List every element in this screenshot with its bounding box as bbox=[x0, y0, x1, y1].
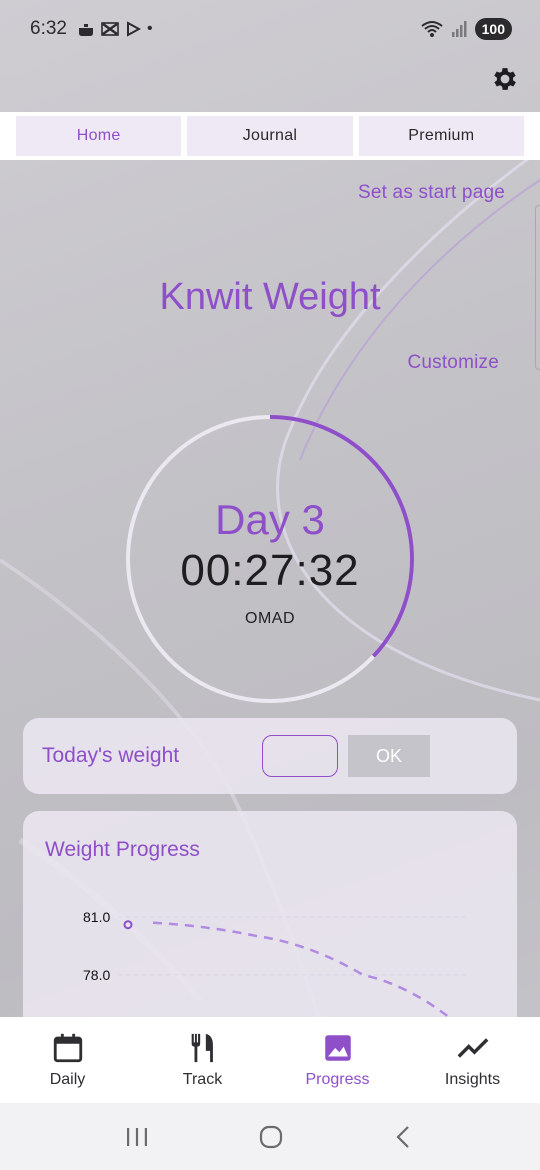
system-navigation-bar bbox=[0, 1103, 540, 1170]
set-start-page-link[interactable]: Set as start page bbox=[358, 182, 505, 204]
status-time: 6:32 bbox=[30, 18, 67, 39]
system-icons: 100 bbox=[421, 18, 512, 40]
fast-timer: 00:27:32 bbox=[180, 546, 360, 595]
customize-link[interactable]: Customize bbox=[407, 352, 499, 374]
bottom-navigation: Daily Track Progress Insights bbox=[0, 1017, 540, 1103]
nav-insights-label: Insights bbox=[444, 1071, 501, 1088]
weight-progress-card: Weight Progress 81.0 78.0 bbox=[23, 811, 517, 1051]
nav-daily[interactable]: Daily bbox=[0, 1017, 135, 1103]
nav-progress-label: Progress bbox=[305, 1071, 370, 1088]
tab-journal[interactable]: Journal bbox=[187, 116, 353, 156]
wifi-icon bbox=[421, 21, 443, 37]
fast-plan-label: OMAD bbox=[245, 610, 295, 627]
nav-progress[interactable]: Progress bbox=[270, 1017, 405, 1103]
recent-apps-icon[interactable] bbox=[124, 1125, 150, 1149]
capcut-icon bbox=[101, 22, 119, 36]
battery-indicator: 100 bbox=[474, 18, 512, 40]
back-icon[interactable] bbox=[392, 1124, 416, 1150]
chart-data-point bbox=[123, 920, 133, 930]
nav-track-label: Track bbox=[182, 1071, 223, 1088]
more-notifications-dot: • bbox=[146, 20, 153, 37]
gear-icon bbox=[494, 68, 516, 90]
top-tab-bar: Home Journal Premium bbox=[0, 112, 540, 160]
chart-y-tick-label: 81.0 bbox=[83, 909, 110, 925]
cooking-pot-icon bbox=[78, 24, 93, 36]
signal-icon bbox=[451, 21, 467, 37]
ok-button[interactable]: OK bbox=[348, 735, 430, 777]
chart-y-tick-label: 78.0 bbox=[83, 967, 110, 983]
app-title: Knwit Weight bbox=[159, 276, 381, 318]
nav-daily-label: Daily bbox=[49, 1071, 86, 1088]
tab-home[interactable]: Home bbox=[16, 116, 182, 156]
status-bar: 6:32 • 100 bbox=[0, 0, 540, 58]
weight-progress-chart: 81.0 78.0 bbox=[83, 909, 469, 1034]
calendar-icon bbox=[53, 1033, 82, 1063]
tab-premium[interactable]: Premium bbox=[358, 116, 524, 156]
notification-icons: • bbox=[77, 20, 153, 38]
fast-day-label: Day 3 bbox=[215, 496, 325, 543]
weight-input[interactable] bbox=[262, 735, 338, 777]
trend-line-icon bbox=[457, 1038, 488, 1058]
scroll-indicator bbox=[535, 205, 540, 370]
fasting-status: Day 3 00:27:32 OMAD bbox=[125, 414, 415, 704]
home-icon[interactable] bbox=[258, 1124, 284, 1150]
fork-knife-icon bbox=[191, 1033, 213, 1063]
nav-track[interactable]: Track bbox=[135, 1017, 270, 1103]
play-store-icon bbox=[126, 21, 141, 37]
todays-weight-card: Today's weight OK bbox=[23, 718, 517, 794]
settings-button[interactable] bbox=[488, 62, 522, 96]
todays-weight-label: Today's weight bbox=[42, 744, 180, 767]
image-icon bbox=[324, 1035, 351, 1061]
nav-insights[interactable]: Insights bbox=[405, 1017, 540, 1103]
